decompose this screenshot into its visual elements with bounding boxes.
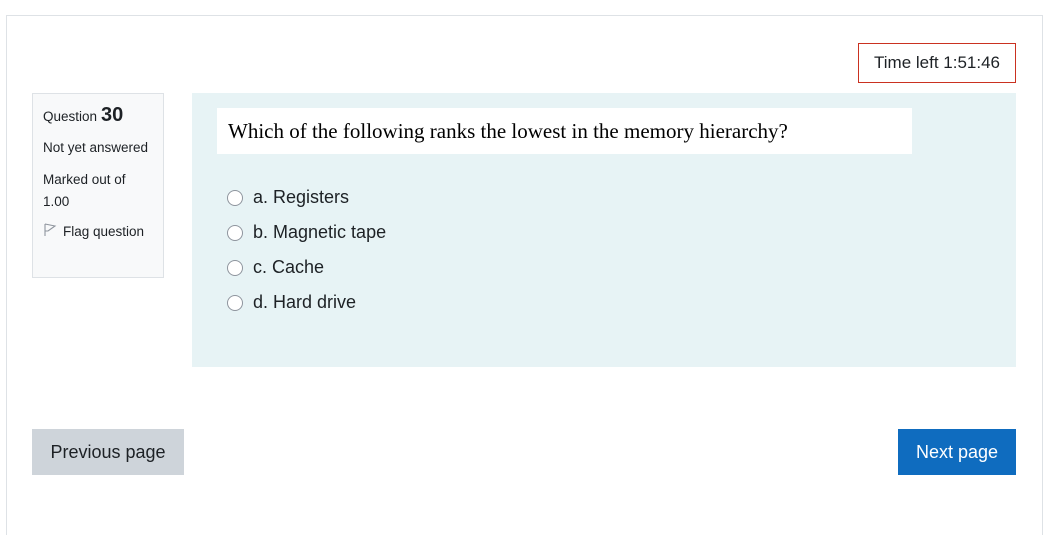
next-page-button[interactable]: Next page: [898, 429, 1016, 475]
flag-question-label: Flag question: [63, 224, 145, 239]
question-number: Question 30: [43, 104, 153, 127]
answer-label: d. Hard drive: [253, 292, 357, 312]
question-number-value: 30: [101, 104, 124, 126]
answer-label: c. Cache: [253, 257, 325, 277]
question-grade: Marked out of 1.00: [43, 172, 126, 209]
radio-button[interactable]: [227, 189, 243, 206]
answer-label: a. Registers: [253, 187, 350, 207]
timer-text: Time left 1:51:46: [874, 53, 1000, 72]
question-label: Question: [43, 109, 98, 124]
question-info-panel: Question 30 Not yet answered Marked out …: [32, 93, 164, 278]
question-state: Not yet answered: [43, 140, 149, 155]
radio-button[interactable]: [227, 259, 243, 276]
answer-list: a. Registers b. Magnetic tape c. Cache d…: [227, 183, 386, 324]
answer-label: b. Magnetic tape: [253, 222, 387, 242]
flag-question-button[interactable]: Flag question: [43, 223, 153, 240]
radio-button[interactable]: [227, 224, 243, 241]
previous-page-button[interactable]: Previous page: [32, 429, 184, 475]
question-text: Which of the following ranks the lowest …: [217, 108, 912, 154]
radio-button[interactable]: [227, 294, 243, 311]
question-content: Which of the following ranks the lowest …: [192, 93, 1016, 367]
answer-option-d[interactable]: d. Hard drive: [227, 281, 386, 324]
quiz-timer: Time left 1:51:46: [858, 43, 1016, 83]
flag-icon: [43, 223, 57, 240]
